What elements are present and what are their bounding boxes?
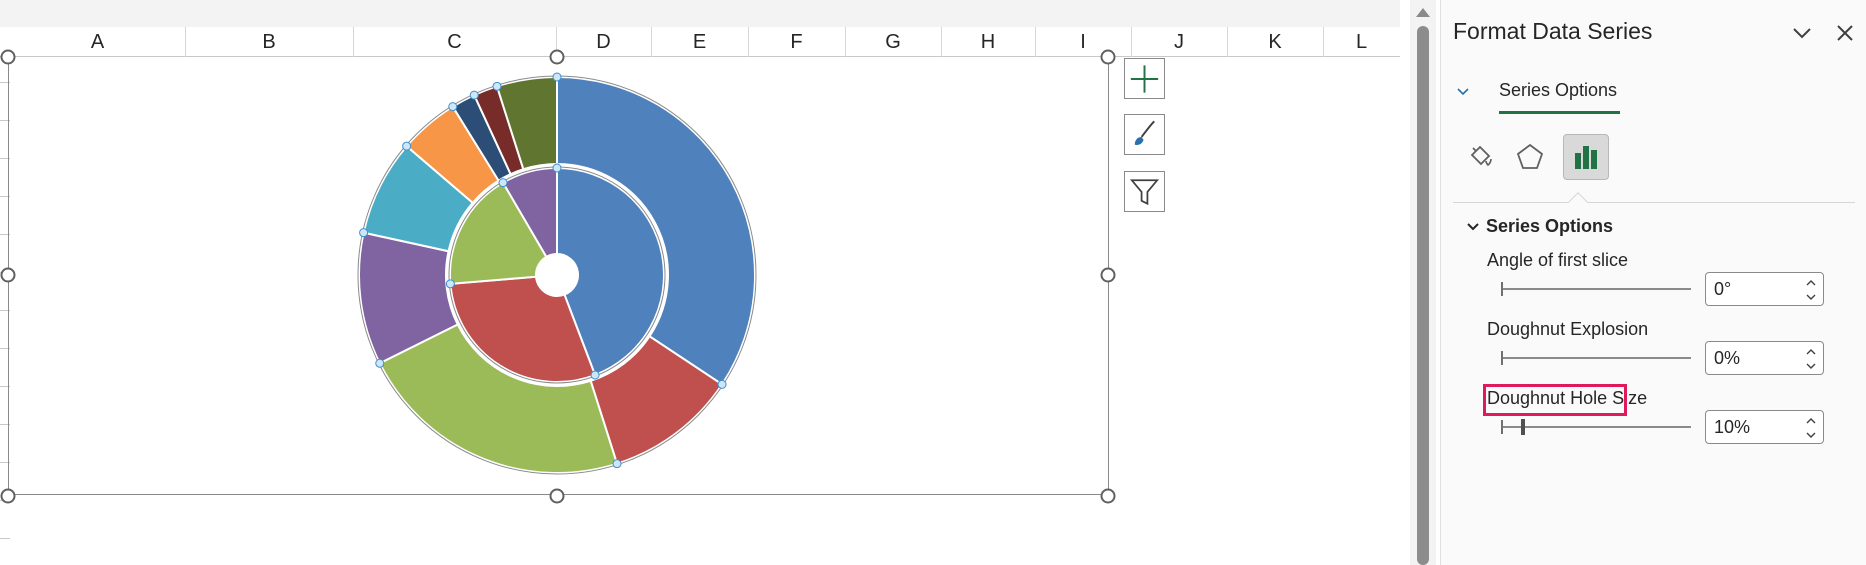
vertical-scrollbar[interactable] xyxy=(1410,0,1436,565)
resize-handle[interactable] xyxy=(1100,49,1116,65)
data-point-marker[interactable] xyxy=(498,178,508,188)
spin-up-icon[interactable] xyxy=(1804,346,1818,358)
excel-window: ABCDEFGHIJKL Format Data Series Series O… xyxy=(0,0,1866,565)
data-point-marker[interactable] xyxy=(402,141,412,151)
spin-down-icon[interactable] xyxy=(1804,291,1818,303)
section-label: Series Options xyxy=(1486,216,1614,236)
chevron-down-icon[interactable] xyxy=(1789,20,1815,46)
option-slider[interactable] xyxy=(1501,288,1691,290)
resize-handle[interactable] xyxy=(0,267,16,283)
slider-start-tick xyxy=(1501,420,1503,434)
resize-handle[interactable] xyxy=(549,49,565,65)
plus-icon xyxy=(1130,64,1159,93)
resize-handle[interactable] xyxy=(549,488,565,504)
option-label: Angle of first slice xyxy=(1487,250,1629,270)
effects-tab[interactable] xyxy=(1507,134,1553,180)
option-spin-box[interactable]: 10% xyxy=(1705,410,1824,444)
bar-chart-icon xyxy=(1575,146,1597,169)
option-spin-box[interactable]: 0% xyxy=(1705,341,1824,375)
slider-start-tick xyxy=(1501,282,1503,296)
chart-elements-button[interactable] xyxy=(1124,58,1165,99)
data-point-marker[interactable] xyxy=(445,279,455,289)
spin-up-icon[interactable] xyxy=(1804,277,1818,289)
fill-line-tab[interactable] xyxy=(1457,134,1503,180)
resize-handle[interactable] xyxy=(0,49,16,65)
pane-divider xyxy=(1453,202,1855,203)
doughnut-hole xyxy=(536,254,578,296)
brush-icon xyxy=(1134,120,1155,145)
series-options-icon-tab[interactable] xyxy=(1563,134,1609,180)
scroll-up-arrow[interactable] xyxy=(1416,8,1430,17)
option-slider[interactable] xyxy=(1501,426,1691,428)
doughnut-chart[interactable] xyxy=(0,0,1400,565)
filter-icon xyxy=(1129,178,1160,205)
series-options-tab-label: Series Options xyxy=(1499,80,1618,100)
chevron-down-icon xyxy=(1467,223,1479,231)
highlight-box xyxy=(1483,384,1627,416)
data-point-marker[interactable] xyxy=(359,228,369,238)
resize-handle[interactable] xyxy=(1100,267,1116,283)
option-spin-box[interactable]: 0° xyxy=(1705,272,1824,306)
option-slider[interactable] xyxy=(1501,357,1691,359)
close-icon[interactable] xyxy=(1832,20,1858,46)
spin-value[interactable]: 0% xyxy=(1714,348,1740,369)
chart-filters-button[interactable] xyxy=(1124,171,1165,212)
data-point-marker[interactable] xyxy=(612,459,622,469)
spin-value[interactable]: 10% xyxy=(1714,417,1750,438)
pentagon-icon xyxy=(1516,143,1544,169)
slider-thumb[interactable] xyxy=(1521,419,1525,435)
data-point-marker[interactable] xyxy=(590,370,600,380)
data-point-marker[interactable] xyxy=(375,358,385,368)
spin-down-icon[interactable] xyxy=(1804,360,1818,372)
pane-title: Format Data Series xyxy=(1453,18,1653,44)
spin-value[interactable]: 0° xyxy=(1714,279,1731,300)
chevron-down-icon xyxy=(1457,88,1469,96)
resize-handle[interactable] xyxy=(0,488,16,504)
spin-down-icon[interactable] xyxy=(1804,429,1818,441)
active-tab-underline xyxy=(1499,111,1620,114)
pane-divider-notch xyxy=(1568,192,1588,212)
slider-start-tick xyxy=(1501,351,1503,365)
data-point-marker[interactable] xyxy=(469,90,479,100)
scroll-thumb[interactable] xyxy=(1417,26,1429,565)
resize-handle[interactable] xyxy=(1100,488,1116,504)
paint-bucket-icon xyxy=(1470,145,1492,167)
data-point-marker[interactable] xyxy=(552,72,562,82)
format-data-series-pane: Format Data Series Series Options Series… xyxy=(1440,0,1866,565)
worksheet[interactable]: ABCDEFGHIJKL xyxy=(0,0,1400,565)
data-point-marker[interactable] xyxy=(552,163,562,173)
chart-styles-button[interactable] xyxy=(1124,114,1165,155)
spin-up-icon[interactable] xyxy=(1804,415,1818,427)
option-label: Doughnut Explosion xyxy=(1487,319,1649,339)
data-point-marker[interactable] xyxy=(717,379,727,389)
data-point-marker[interactable] xyxy=(448,102,458,112)
data-point-marker[interactable] xyxy=(492,81,502,91)
